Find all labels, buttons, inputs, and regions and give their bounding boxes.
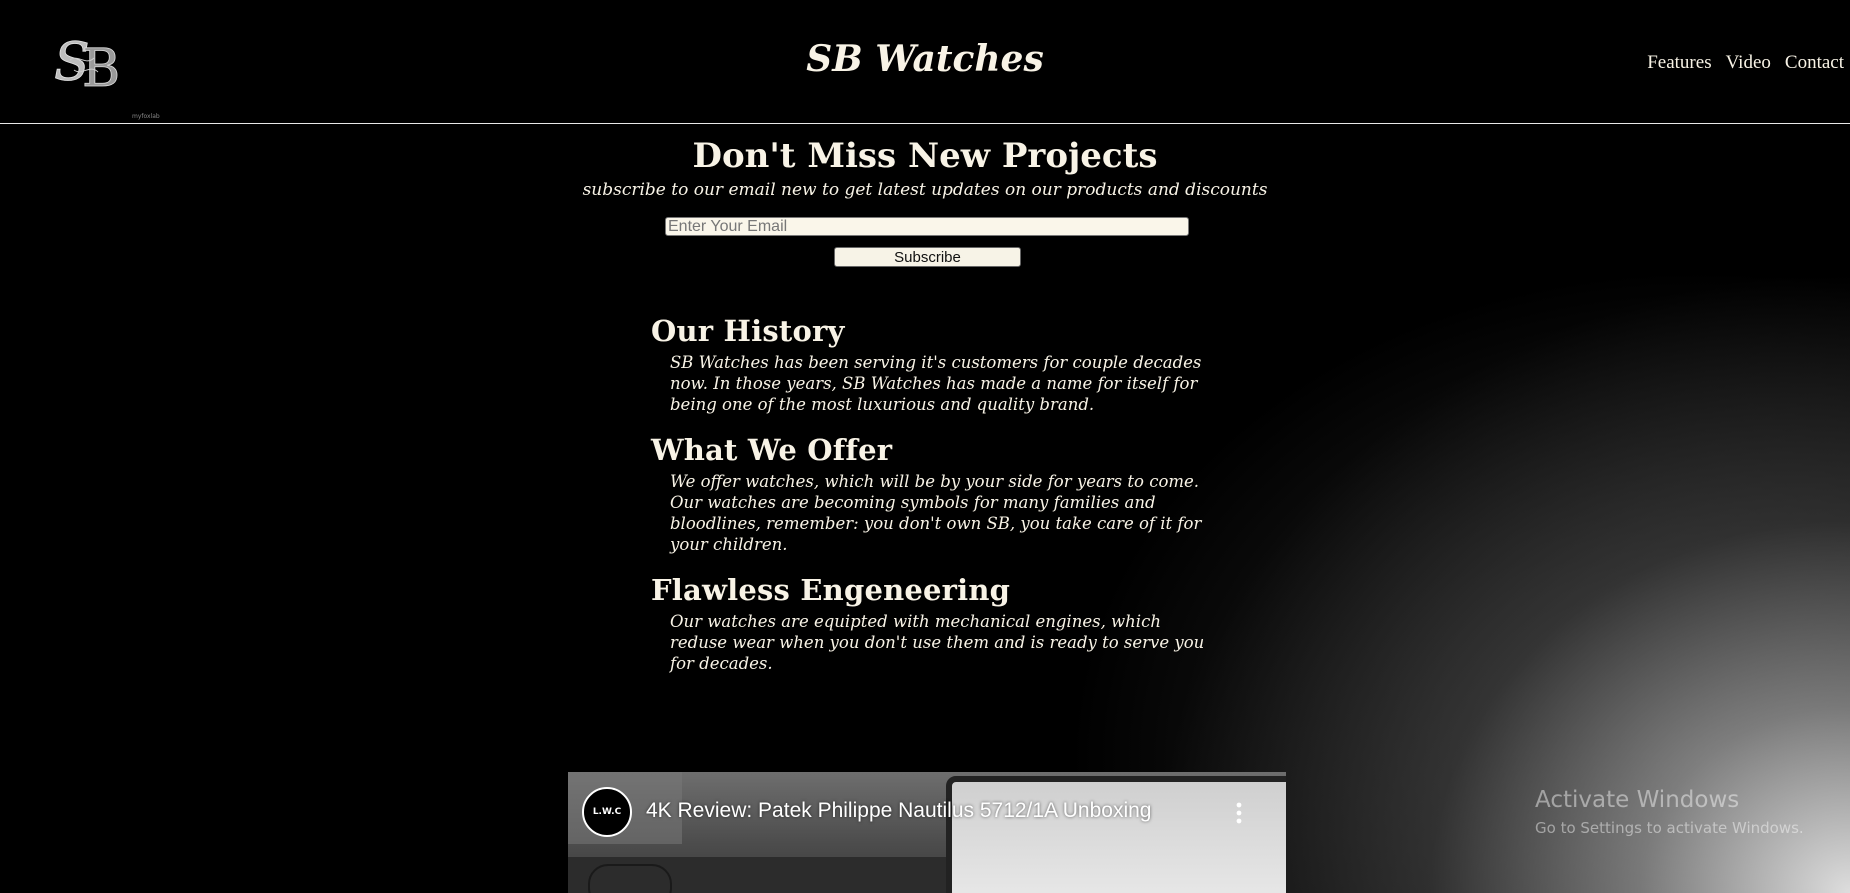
channel-avatar[interactable]: L.W.C bbox=[582, 787, 632, 837]
page: S B myfoxlab SB Watches Features Video C… bbox=[0, 0, 1850, 893]
feature-engineering: Flawless Engeneering Our watches are equ… bbox=[651, 573, 1211, 674]
feature-body: Our watches are equipted with mechanical… bbox=[670, 612, 1205, 673]
more-vertical-icon[interactable] bbox=[1235, 802, 1243, 824]
site-title: SB Watches bbox=[806, 38, 1044, 80]
site-header: S B myfoxlab SB Watches Features Video C… bbox=[0, 0, 1850, 124]
feature-body: SB Watches has been serving it's custome… bbox=[670, 353, 1202, 414]
feature-body: We offer watches, which will be by your … bbox=[670, 472, 1202, 554]
features-section: Our History SB Watches has been serving … bbox=[651, 314, 1211, 692]
watermark-title: Activate Windows bbox=[1535, 787, 1740, 813]
feature-history: Our History SB Watches has been serving … bbox=[651, 314, 1211, 415]
nav-link-contact[interactable]: Contact bbox=[1785, 52, 1844, 74]
feature-heading: Flawless Engeneering bbox=[651, 573, 1011, 607]
main-nav: Features Video Contact bbox=[1647, 52, 1844, 74]
video-title[interactable]: 4K Review: Patek Philippe Nautilus 5712/… bbox=[646, 799, 1151, 823]
windows-activation-watermark: Activate Windows Go to Settings to activ… bbox=[1535, 787, 1804, 837]
logo-caption: myfoxlab bbox=[132, 113, 160, 120]
subscribe-heading: Don't Miss New Projects bbox=[692, 136, 1158, 176]
nav-link-features[interactable]: Features bbox=[1647, 52, 1711, 74]
feature-heading: Our History bbox=[651, 314, 845, 348]
watermark-subtitle: Go to Settings to activate Windows. bbox=[1535, 819, 1804, 837]
video-thumbnail-screen bbox=[946, 776, 1286, 893]
feature-offer: What We Offer We offer watches, which wi… bbox=[651, 433, 1211, 555]
subscribe-section: Don't Miss New Projects subscribe to our… bbox=[0, 136, 1850, 200]
subscribe-subtitle: subscribe to our email new to get latest… bbox=[582, 180, 1268, 200]
feature-heading: What We Offer bbox=[651, 433, 893, 467]
subscribe-button[interactable]: Subscribe bbox=[834, 247, 1021, 267]
email-input[interactable] bbox=[665, 217, 1189, 236]
video-embed[interactable]: L.W.C 4K Review: Patek Philippe Nautilus… bbox=[568, 772, 1286, 893]
video-thumbnail-strap bbox=[588, 864, 672, 893]
nav-link-video[interactable]: Video bbox=[1726, 52, 1771, 74]
